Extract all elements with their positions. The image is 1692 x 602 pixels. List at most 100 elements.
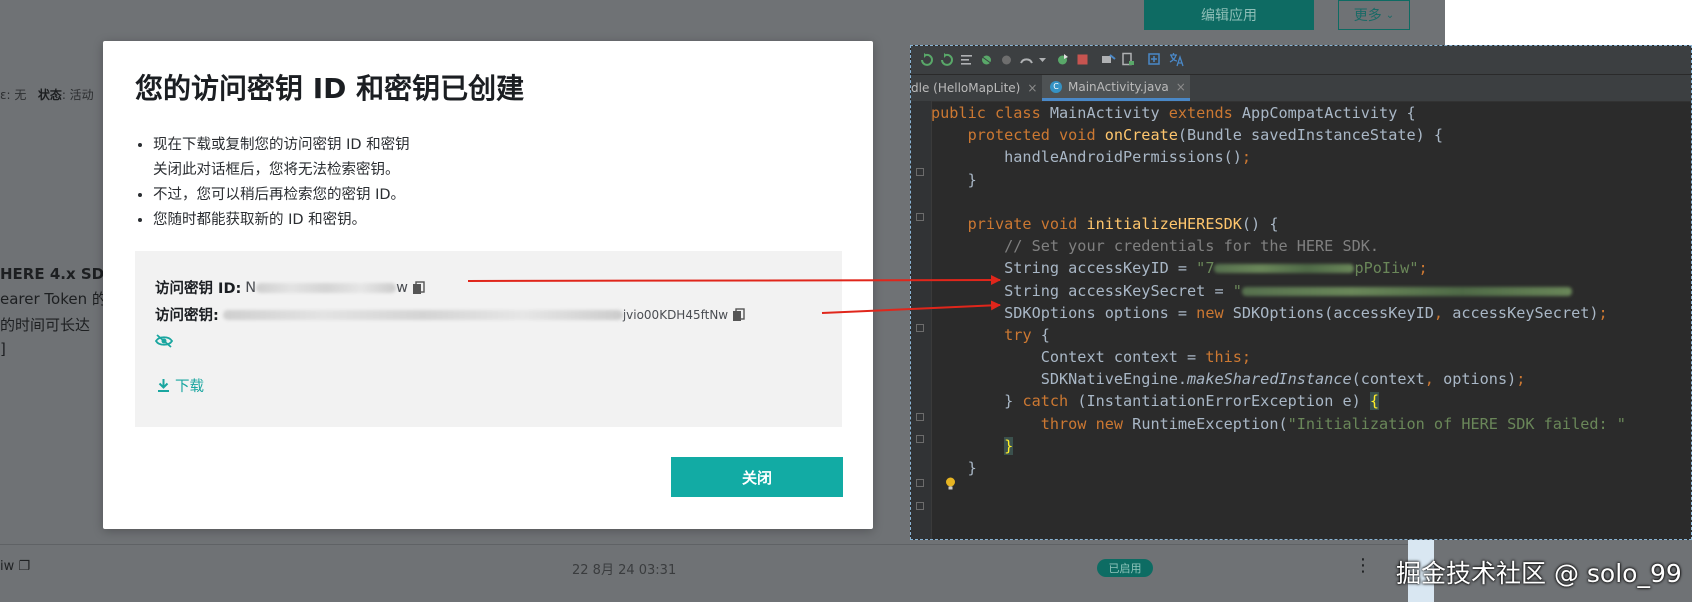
code-line: private void initializeHERESDK() { [931, 213, 1626, 235]
apply-changes-icon[interactable] [1055, 52, 1070, 67]
code-line: Context context = this; [931, 346, 1626, 368]
code-line: SDKNativeEngine.makeSharedInstance(conte… [931, 368, 1626, 390]
code-line: String accessKeySecret = " [931, 280, 1626, 302]
download-label: 下载 [175, 379, 204, 395]
profile-icon[interactable] [1019, 52, 1034, 67]
close-button[interactable]: 关闭 [671, 457, 843, 497]
app-status-line: ɛ: 无 状态: 活动 [0, 86, 94, 103]
copy-icon[interactable] [412, 280, 426, 295]
ide-toolbar [911, 46, 1691, 75]
editor-tab-bar: dle (HelloMapLite) × C MainActivity.java × [911, 75, 1691, 102]
structure-icon[interactable] [959, 52, 974, 67]
code-line: handleAndroidPermissions(); [931, 146, 1626, 168]
java-class-icon: C [1050, 80, 1062, 93]
code-token: pPoIiw" [1354, 259, 1419, 278]
code-line: public class MainActivity extends AppCom… [931, 102, 1626, 124]
list-item-text: 您随时都能获取新的 ID 和密钥。 [153, 212, 367, 228]
code-line: } catch (InstantiationErrorException e) … [931, 390, 1626, 412]
resource-manager-icon[interactable] [1147, 52, 1162, 67]
code-editor[interactable]: public class MainActivity extends AppCom… [931, 102, 1626, 479]
status-prefix: ɛ: 无 [0, 88, 27, 102]
redacted-blur [256, 282, 397, 293]
attach-debugger-icon[interactable] [999, 52, 1014, 67]
code-token: "Initialization of HERE SDK failed: " [1287, 414, 1626, 433]
code-token: ; [1241, 148, 1252, 167]
code-token: SDKOptions options = [931, 303, 1197, 322]
code-token: initializeHERESDK [1086, 214, 1242, 233]
copy-icon[interactable]: ❐ [18, 559, 30, 574]
credentials-panel: 访问密钥 ID: Nw 访问密钥: jvio00KDH45ftNw 下载 [135, 251, 842, 427]
code-token: throw new [1040, 414, 1133, 433]
sdk-text-line: ] [0, 340, 6, 358]
translate-icon[interactable] [1169, 52, 1184, 67]
debug-bug-icon[interactable] [979, 52, 994, 67]
access-key-id-value: Nw [245, 280, 408, 296]
fold-marker-icon[interactable] [916, 479, 924, 487]
edit-app-button[interactable]: 编辑应用 [1144, 0, 1314, 30]
fold-marker-icon[interactable] [916, 168, 924, 176]
device-manager-icon[interactable] [1101, 52, 1116, 67]
code-token: ; [1516, 370, 1526, 389]
code-token: protected void [931, 126, 1105, 145]
list-item: 现在下载或复制您的访问密钥 ID 和密钥 关闭此对话框后，您将无法检索密钥。 [153, 133, 410, 183]
status-value: : 活动 [61, 88, 94, 102]
tab-label: dle (HelloMapLite) [911, 81, 1021, 95]
code-token: Context context = [931, 348, 1206, 367]
code-token: (Bundle savedInstanceState) { [1177, 126, 1444, 145]
tab-build-gradle[interactable]: dle (HelloMapLite) × [911, 75, 1041, 101]
code-token: SDKNativeEngine. [931, 370, 1188, 389]
code-token: makeSharedInstance [1187, 370, 1352, 389]
copy-icon[interactable] [732, 307, 746, 322]
code-line: String accessKeyID = "7 pPoIiw"; [931, 257, 1626, 279]
code-token: () { [1241, 214, 1279, 233]
code-token: new [1196, 303, 1233, 322]
more-button[interactable]: 更多 ⌄ [1338, 0, 1410, 30]
redacted-blur [1214, 264, 1355, 274]
fold-marker-icon[interactable] [916, 502, 924, 510]
code-token: try [1004, 325, 1041, 344]
ide-code-screenshot: dle (HelloMapLite) × C MainActivity.java × … [910, 45, 1692, 540]
chevron-down-icon[interactable] [1035, 52, 1050, 67]
fold-marker-icon[interactable] [916, 435, 924, 443]
stop-icon[interactable] [1075, 52, 1090, 67]
fold-marker-icon[interactable] [916, 413, 924, 421]
download-link[interactable]: 下载 [157, 375, 204, 396]
chevron-down-icon: ⌄ [1385, 9, 1395, 21]
close-icon[interactable]: × [1176, 80, 1186, 94]
code-token: (InstantiationErrorException e) [1077, 392, 1370, 411]
status-badge: 已启用 [1097, 559, 1153, 577]
code-token: this [1205, 348, 1242, 367]
code-line: // Set your credentials for the HERE SDK… [931, 237, 1380, 256]
access-key-id-visible-start: N [245, 279, 257, 296]
code-token: SDKOptions(accessKeyID [1232, 303, 1434, 322]
rerun-icon[interactable] [939, 52, 954, 67]
list-item: 不过，您可以稍后再检索您的密钥 ID。 [153, 183, 410, 208]
code-token: options) [1443, 370, 1517, 389]
code-token: , [1433, 303, 1453, 322]
kebab-menu-icon[interactable]: ⋮ [1354, 555, 1372, 576]
code-token: handleAndroidPermissions() [931, 148, 1242, 167]
code-token: } [931, 392, 1023, 411]
code-line: SDKOptions options = new SDKOptions(acce… [931, 302, 1626, 324]
close-icon[interactable]: × [1027, 81, 1037, 95]
layout-inspector-icon[interactable] [1121, 52, 1136, 67]
access-key-secret-value: jvio00KDH45ftNw [222, 307, 728, 323]
background-white-area [1445, 0, 1692, 45]
code-token: RuntimeException( [1132, 414, 1288, 433]
code-token: catch [1022, 392, 1078, 411]
redacted-blur [222, 309, 623, 320]
fold-marker-icon[interactable] [916, 324, 924, 332]
instructions-list: 现在下载或复制您的访问密钥 ID 和密钥 关闭此对话框后，您将无法检索密钥。 不… [135, 133, 410, 233]
editor-gutter [911, 101, 932, 539]
sync-icon[interactable] [919, 52, 934, 67]
fold-marker-icon[interactable] [916, 213, 924, 221]
code-token: accessKeySecret) [1452, 303, 1599, 322]
code-line: protected void onCreate(Bundle savedInst… [931, 124, 1626, 146]
access-key-id-row: 访问密钥 ID: Nw [155, 277, 426, 298]
access-key-secret-row: 访问密钥: jvio00KDH45ftNw [155, 304, 746, 325]
tab-main-activity[interactable]: C MainActivity.java × [1042, 75, 1190, 101]
code-line: throw new RuntimeException("Initializati… [931, 413, 1626, 435]
code-token: String accessKeySecret = [931, 281, 1233, 300]
eye-slash-icon[interactable] [155, 333, 173, 349]
